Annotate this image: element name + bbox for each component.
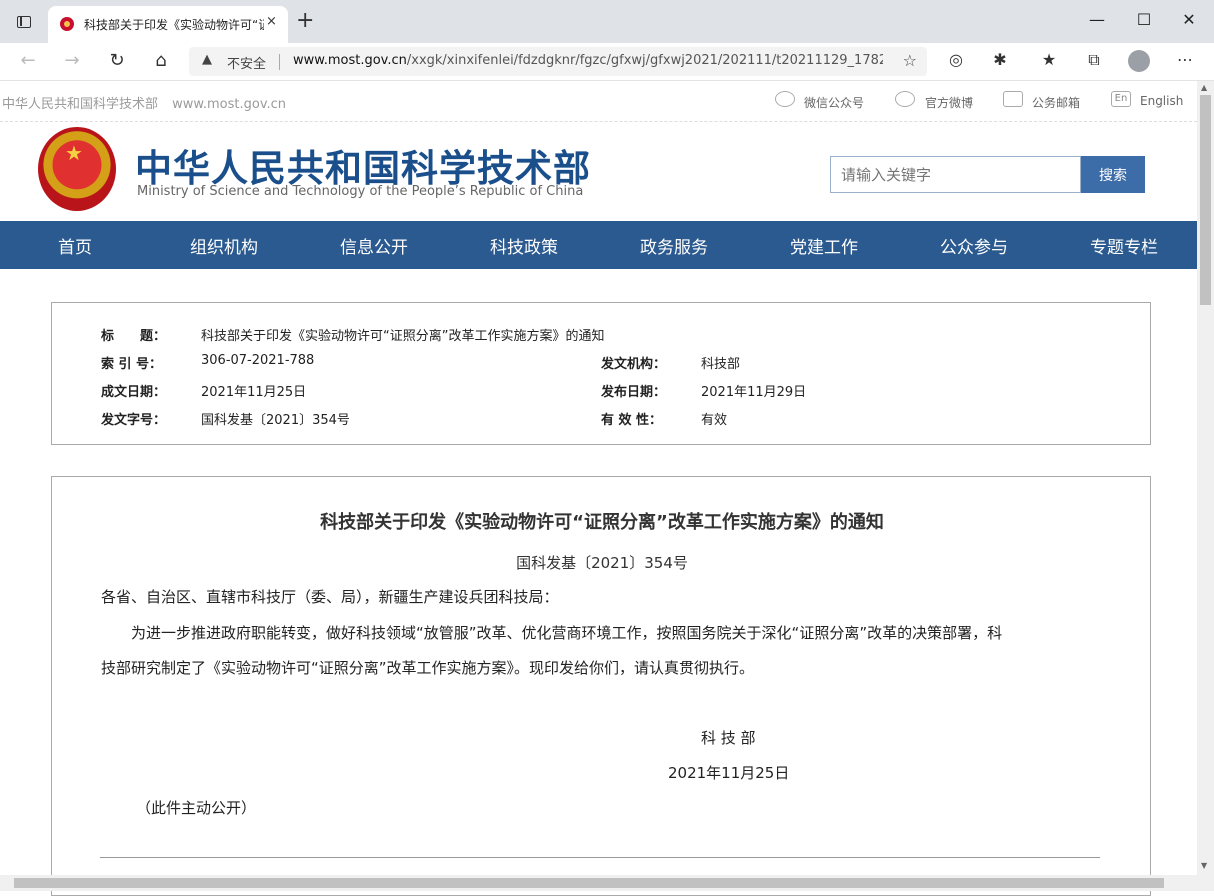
nav-item-organization[interactable]: 组织机构 <box>190 233 258 258</box>
national-emblem-logo[interactable] <box>38 127 116 211</box>
topbar-site-name: 中华人民共和国科学技术部 <box>2 97 159 112</box>
article-divider <box>100 857 1100 858</box>
info-title-label: 标 题： <box>101 329 167 344</box>
nav-item-topics[interactable]: 专题专栏 <box>1090 233 1158 258</box>
nav-item-disclosure[interactable]: 信息公开 <box>340 233 408 258</box>
new-tab-button[interactable]: + <box>296 10 314 32</box>
warning-icon[interactable]: ▲ <box>202 52 212 67</box>
url-text[interactable]: www.most.gov.cn/xxgk/xinxifenlei/fdzdgkn… <box>293 53 883 68</box>
info-issuer-value: 科技部 <box>701 357 741 372</box>
article-paragraph-line2: 技部研究制定了《实验动物许可“证照分离”改革工作实施方案》。现印发给你们，请认真… <box>101 659 755 677</box>
info-written-date-value: 2021年11月25日 <box>201 385 307 400</box>
tab-title: 科技部关于印发《实验动物许可“证照分离”改革工作实施方案》的通知 <box>84 18 264 32</box>
vertical-scroll-thumb[interactable] <box>1200 95 1211 305</box>
wechat-icon[interactable] <box>775 91 795 107</box>
info-validity-label: 有 效 性： <box>601 413 663 428</box>
collections-icon[interactable]: ⧉ <box>1082 50 1106 70</box>
article-salutation: 各省、自治区、直辖市科技厅（委、局），新疆生产建设兵团科技局： <box>101 588 559 606</box>
tab-close-icon[interactable]: × <box>266 14 277 29</box>
mail-icon[interactable] <box>1003 91 1023 107</box>
scroll-down-icon[interactable]: ▼ <box>1201 861 1207 870</box>
close-window-button[interactable]: ✕ <box>1174 10 1204 29</box>
document-info-box: 标 题： 科技部关于印发《实验动物许可“证照分离”改革工作实施方案》的通知 索 … <box>51 302 1151 445</box>
info-docno-value: 国科发基〔2021〕354号 <box>201 413 350 428</box>
tracking-prevention-icon[interactable]: ◎ <box>944 50 968 69</box>
tab-actions-icon[interactable] <box>17 16 31 28</box>
nav-item-party[interactable]: 党建工作 <box>790 233 858 258</box>
wechat-link[interactable]: 微信公众号 <box>804 94 864 111</box>
search-button[interactable]: 搜索 <box>1081 156 1145 193</box>
article-paragraph-line1: 为进一步推进政府职能转变，做好科技领域“放管服”改革、优化营商环境工作，按照国务… <box>131 624 1003 642</box>
search-input[interactable] <box>830 156 1081 193</box>
info-title-value: 科技部关于印发《实验动物许可“证照分离”改革工作实施方案》的通知 <box>201 329 605 344</box>
horizontal-scrollbar[interactable] <box>0 875 1214 891</box>
info-index-value: 306-07-2021-788 <box>201 353 315 368</box>
weibo-link[interactable]: 官方微博 <box>925 94 973 111</box>
extensions-icon[interactable]: ✱ <box>988 50 1012 69</box>
horizontal-scroll-thumb[interactable] <box>14 878 1164 888</box>
add-favorite-icon[interactable]: ☆ <box>903 51 917 70</box>
info-published-date-label: 发布日期： <box>601 385 667 400</box>
profile-avatar[interactable] <box>1128 50 1150 72</box>
article-signature: 科 技 部 <box>701 729 756 747</box>
home-icon[interactable]: ⌂ <box>149 50 173 71</box>
active-tab[interactable]: 科技部关于印发《实验动物许可“证照分离”改革工作实施方案》的通知 × <box>48 6 288 43</box>
back-arrow-icon[interactable]: ← <box>16 50 40 71</box>
info-docno-label: 发文字号： <box>101 413 167 428</box>
topbar-site-info: 中华人民共和国科学技术部 www.most.gov.cn <box>2 93 286 112</box>
forward-arrow-icon[interactable]: → <box>60 50 84 71</box>
topbar-site-url: www.most.gov.cn <box>172 97 287 112</box>
article-doc-number: 国科发基〔2021〕354号 <box>516 554 688 572</box>
nav-item-home[interactable]: 首页 <box>58 233 92 258</box>
info-validity-value: 有效 <box>701 413 728 428</box>
browser-toolbar: ← → ↻ ⌂ ▲ 不安全 www.most.gov.cn/xxgk/xinxi… <box>0 43 1214 81</box>
browser-titlebar: 科技部关于印发《实验动物许可“证照分离”改革工作实施方案》的通知 × + — ☐… <box>0 0 1214 43</box>
site-topbar: 中华人民共和国科学技术部 www.most.gov.cn 微信公众号 官方微博 … <box>0 81 1197 122</box>
minimize-button[interactable]: — <box>1082 10 1112 29</box>
info-written-date-label: 成文日期： <box>101 385 167 400</box>
more-menu-icon[interactable]: ⋯ <box>1173 50 1197 69</box>
main-nav: 首页 组织机构 信息公开 科技政策 政务服务 党建工作 公众参与 专题专栏 <box>0 221 1197 269</box>
scroll-up-icon[interactable]: ▲ <box>1201 83 1207 92</box>
english-link[interactable]: English <box>1140 94 1183 108</box>
refresh-icon[interactable]: ↻ <box>105 50 129 71</box>
address-bar[interactable]: ▲ 不安全 www.most.gov.cn/xxgk/xinxifenlei/f… <box>189 47 927 76</box>
vertical-scrollbar[interactable]: ▲ ▼ <box>1197 81 1214 875</box>
nav-item-policy[interactable]: 科技政策 <box>490 233 558 258</box>
nav-item-services[interactable]: 政务服务 <box>640 233 708 258</box>
article-public-note: （此件主动公开） <box>136 799 257 817</box>
article-body: 科技部关于印发《实验动物许可“证照分离”改革工作实施方案》的通知 国科发基〔20… <box>51 476 1151 896</box>
info-issuer-label: 发文机构： <box>601 357 667 372</box>
favorites-icon[interactable]: ★ <box>1037 50 1061 69</box>
maximize-button[interactable]: ☐ <box>1129 10 1159 29</box>
url-domain: www.most.gov.cn <box>293 53 407 68</box>
mail-link[interactable]: 公务邮箱 <box>1032 94 1080 111</box>
english-icon[interactable]: En <box>1111 91 1131 107</box>
nav-item-participation[interactable]: 公众参与 <box>940 233 1008 258</box>
info-index-label: 索 引 号： <box>101 357 163 372</box>
omnibox-divider <box>279 54 280 70</box>
article-title: 科技部关于印发《实验动物许可“证照分离”改革工作实施方案》的通知 <box>320 512 884 533</box>
url-path: /xxgk/xinxifenlei/fdzdgknr/fgzc/gfxwj/gf… <box>406 53 883 68</box>
insecure-label[interactable]: 不安全 <box>227 53 266 72</box>
weibo-icon[interactable] <box>895 91 915 107</box>
info-published-date-value: 2021年11月29日 <box>701 385 807 400</box>
site-favicon-icon <box>60 17 74 31</box>
site-subtitle: Ministry of Science and Technology of th… <box>137 184 584 199</box>
article-date: 2021年11月25日 <box>668 764 790 782</box>
